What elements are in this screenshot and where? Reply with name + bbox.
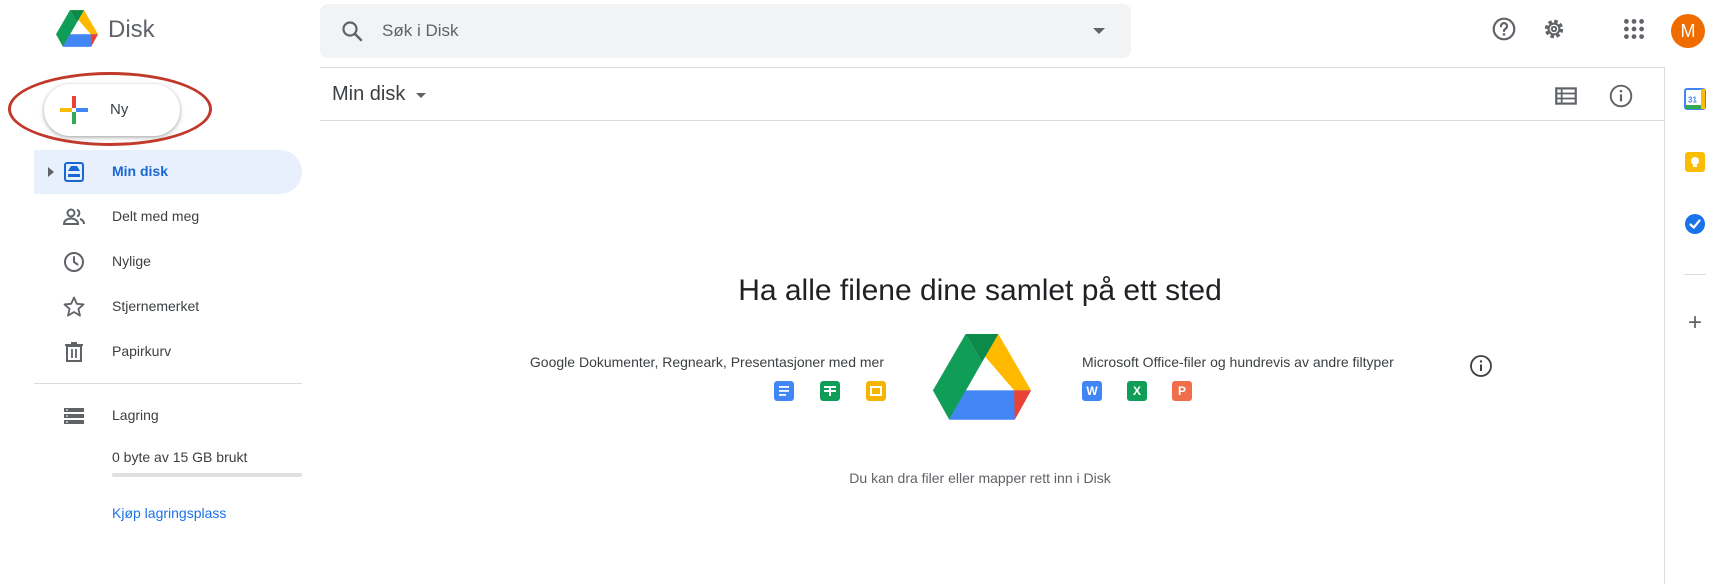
office-formats-caption: Microsoft Office-filer og hundrevis av a…: [1082, 354, 1394, 370]
storage-icon: [64, 408, 84, 424]
rail-separator: [1684, 274, 1706, 275]
new-button-label: Ny: [110, 101, 129, 118]
apps-grid-icon[interactable]: [1621, 16, 1647, 42]
slides-icon: [866, 381, 886, 401]
calendar-day-number: 31: [1688, 96, 1697, 105]
sidebar-item-label: Delt med meg: [112, 208, 200, 224]
list-view-icon[interactable]: [1553, 83, 1579, 109]
search-input[interactable]: [382, 14, 1062, 48]
keep-icon[interactable]: [1684, 151, 1706, 173]
app-title[interactable]: Disk: [108, 16, 155, 44]
search-icon[interactable]: [340, 19, 364, 43]
sidebar-item-label: Min disk: [112, 163, 169, 179]
sidebar-item-label: Nylige: [112, 253, 151, 269]
calendar-icon[interactable]: 31: [1684, 88, 1706, 110]
drop-hint-text: Du kan dra filer eller mapper rett inn i…: [849, 470, 1111, 486]
drive-app: Disk M Ny: [0, 0, 1709, 584]
search-bar[interactable]: [320, 4, 1131, 58]
tasks-icon[interactable]: [1684, 213, 1706, 235]
buy-storage-link[interactable]: Kjøp lagringsplass: [112, 505, 226, 521]
excel-icon: X: [1127, 381, 1147, 401]
sidebar-item-trash[interactable]: Papirkurv: [34, 330, 302, 374]
help-icon[interactable]: [1491, 16, 1517, 42]
account-avatar[interactable]: M: [1671, 14, 1705, 48]
new-button[interactable]: Ny: [44, 84, 180, 136]
docs-icon: [774, 381, 794, 401]
info-icon[interactable]: [1469, 354, 1493, 378]
storage-usage-bar: [112, 473, 302, 477]
toolbar-divider: [320, 120, 1664, 121]
add-addon-button[interactable]: +: [1684, 311, 1706, 335]
people-icon: [62, 208, 85, 225]
plus-color-icon: [60, 96, 88, 124]
sheets-icon: [820, 381, 840, 401]
breadcrumb[interactable]: Min disk: [332, 83, 405, 106]
sidebar-item-recent[interactable]: Nylige: [34, 240, 302, 284]
right-rail-divider: [1664, 67, 1665, 584]
sidebar-item-label: Stjernemerket: [112, 298, 200, 314]
sidebar-item-shared-with-me[interactable]: Delt med meg: [34, 195, 302, 239]
storage-usage-text: 0 byte av 15 GB brukt: [112, 449, 248, 465]
drive-logo-large-icon: [932, 334, 1032, 420]
my-drive-icon: [64, 162, 84, 182]
sidebar-item-label: Papirkurv: [112, 343, 172, 359]
google-formats-caption: Google Dokumenter, Regneark, Presentasjo…: [529, 354, 884, 370]
info-icon[interactable]: [1608, 83, 1634, 109]
drive-logo-icon[interactable]: [56, 10, 98, 48]
search-options-caret-icon[interactable]: [1093, 28, 1105, 34]
settings-gear-icon[interactable]: [1541, 16, 1567, 42]
word-icon: W: [1082, 381, 1102, 401]
empty-state-title: Ha alle filene dine samlet på ett sted: [738, 274, 1222, 307]
sidebar-item-starred[interactable]: Stjernemerket: [34, 285, 302, 329]
star-icon: [63, 296, 85, 317]
sidebar-divider: [34, 383, 302, 384]
breadcrumb-dropdown-icon[interactable]: [416, 93, 426, 98]
clock-icon: [64, 252, 84, 272]
expand-arrow-icon[interactable]: [48, 167, 54, 177]
sidebar-item-label: Lagring: [112, 407, 159, 423]
trash-icon: [65, 342, 83, 362]
sidebar-item-my-drive[interactable]: Min disk: [34, 150, 302, 194]
powerpoint-icon: P: [1172, 381, 1192, 401]
header-divider: [320, 67, 1664, 68]
sidebar-item-storage[interactable]: Lagring: [34, 394, 302, 438]
